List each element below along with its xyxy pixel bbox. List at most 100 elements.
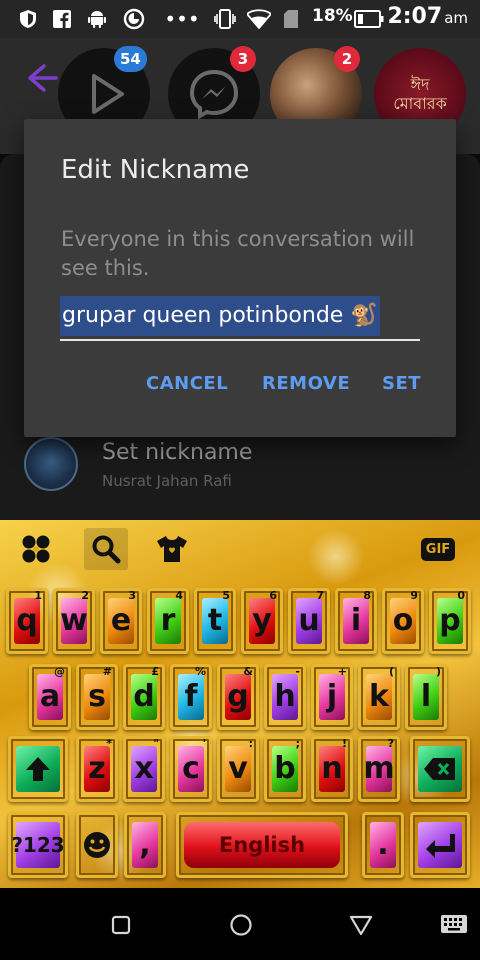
key-hint: £ xyxy=(151,665,159,678)
key-label: r xyxy=(160,603,176,638)
key-p[interactable]: 0p xyxy=(429,588,471,654)
key-hint: 8 xyxy=(363,589,371,602)
symbols-key[interactable]: ?123 xyxy=(8,812,68,878)
key-h[interactable]: -h xyxy=(264,664,306,730)
clock: 2:07 am xyxy=(387,4,468,29)
key-hint: 0 xyxy=(457,589,465,602)
key-y[interactable]: 6y xyxy=(241,588,283,654)
search-icon[interactable] xyxy=(84,528,128,570)
key-z[interactable]: * z xyxy=(76,736,118,802)
key-c[interactable]: ' c xyxy=(170,736,212,802)
period-key-label: . xyxy=(377,827,389,862)
battery-icon xyxy=(354,8,384,30)
facebook-icon xyxy=(52,8,72,30)
gif-label: GIF xyxy=(420,537,456,561)
backspace-icon xyxy=(424,758,455,780)
wifi-icon xyxy=(246,8,272,30)
shift-key[interactable] xyxy=(8,736,68,802)
key-m[interactable]: ? m xyxy=(358,736,400,802)
key-hint: & xyxy=(243,665,253,678)
gif-icon[interactable]: GIF xyxy=(416,528,460,570)
nickname-input-value[interactable]: grupar queen potinbonde 🐒 xyxy=(60,296,380,336)
apps-icon[interactable] xyxy=(14,528,58,570)
key-v[interactable]: :v xyxy=(217,736,259,802)
key-l[interactable]: ) l xyxy=(405,664,447,730)
key-label: v xyxy=(228,751,248,786)
cancel-button[interactable]: CANCEL xyxy=(146,373,228,394)
key-label: u xyxy=(298,603,320,638)
key-label: z xyxy=(88,751,106,786)
comma-key[interactable]: , xyxy=(124,812,166,878)
key-w[interactable]: 2w xyxy=(53,588,95,654)
key-label: l xyxy=(420,679,432,714)
android-icon xyxy=(86,8,108,30)
key-hint: 9 xyxy=(410,589,418,602)
key-label: t xyxy=(207,603,223,638)
key-label: p xyxy=(439,603,461,638)
home-icon[interactable] xyxy=(228,912,254,938)
key-hint: " xyxy=(153,737,159,750)
key-hint: 4 xyxy=(175,589,183,602)
space-key[interactable]: English xyxy=(176,812,348,878)
eid-tile-label: ঈদ মোবারক xyxy=(393,74,447,113)
backspace-key[interactable] xyxy=(410,736,470,802)
key-label: x xyxy=(134,751,154,786)
emoji-icon xyxy=(84,832,110,858)
key-f[interactable]: % f xyxy=(170,664,212,730)
key-t[interactable]: 5t xyxy=(194,588,236,654)
keyboard-switch-icon[interactable] xyxy=(440,912,468,938)
symbols-key-label: ?123 xyxy=(11,833,65,857)
key-hint: 7 xyxy=(316,589,324,602)
key-n[interactable]: ! n xyxy=(311,736,353,802)
key-q[interactable]: 1q xyxy=(6,588,48,654)
key-hint: 6 xyxy=(269,589,277,602)
shield-icon xyxy=(18,8,38,30)
key-r[interactable]: 4r xyxy=(147,588,189,654)
key-hint: @ xyxy=(54,665,65,678)
key-hint: - xyxy=(295,665,300,678)
key-hint: 1 xyxy=(34,589,42,602)
key-label: w xyxy=(60,603,88,638)
key-d[interactable]: £ d xyxy=(123,664,165,730)
key-e[interactable]: 3e xyxy=(100,588,142,654)
key-label: a xyxy=(39,679,61,714)
key-j[interactable]: + j xyxy=(311,664,353,730)
avatar xyxy=(24,437,78,491)
nickname-input[interactable]: grupar queen potinbonde 🐒 xyxy=(60,295,420,341)
set-nickname-row-subtitle: Nusrat Jahan Rafi xyxy=(102,472,232,490)
key-x[interactable]: " x xyxy=(123,736,165,802)
key-hint: ? xyxy=(387,737,394,750)
key-i[interactable]: 8i xyxy=(335,588,377,654)
remove-button[interactable]: REMOVE xyxy=(262,373,350,394)
set-nickname-row-title[interactable]: Set nickname xyxy=(102,440,252,465)
key-u[interactable]: 7u xyxy=(288,588,330,654)
shirt-icon[interactable] xyxy=(150,528,194,570)
key-k[interactable]: (k xyxy=(358,664,400,730)
recents-icon[interactable] xyxy=(108,912,134,938)
key-hint: ; xyxy=(295,737,300,750)
key-hint: # xyxy=(102,665,112,678)
more-dots-icon: ••• xyxy=(164,7,200,31)
key-hint: 3 xyxy=(128,589,136,602)
space-key-label: English xyxy=(218,832,306,857)
emoji-key[interactable] xyxy=(76,812,118,878)
period-key[interactable]: . xyxy=(362,812,404,878)
shift-icon xyxy=(26,757,50,781)
enter-key[interactable] xyxy=(410,812,470,878)
battery-percent: 18% xyxy=(312,6,353,26)
key-b[interactable]: ; b xyxy=(264,736,306,802)
sim-icon xyxy=(282,8,300,30)
key-label: m xyxy=(363,751,395,786)
key-label: b xyxy=(274,751,296,786)
set-button[interactable]: SET xyxy=(382,373,421,394)
badge-count: 54 xyxy=(114,46,147,72)
key-s[interactable]: # s xyxy=(76,664,118,730)
key-o[interactable]: 9o xyxy=(382,588,424,654)
key-hint: 2 xyxy=(81,589,89,602)
key-a[interactable]: @ a xyxy=(29,664,71,730)
back-icon[interactable] xyxy=(348,912,374,938)
data-saver-icon xyxy=(122,8,146,30)
key-g[interactable]: & g xyxy=(217,664,259,730)
key-label: i xyxy=(350,603,362,638)
key-hint: 5 xyxy=(222,589,230,602)
